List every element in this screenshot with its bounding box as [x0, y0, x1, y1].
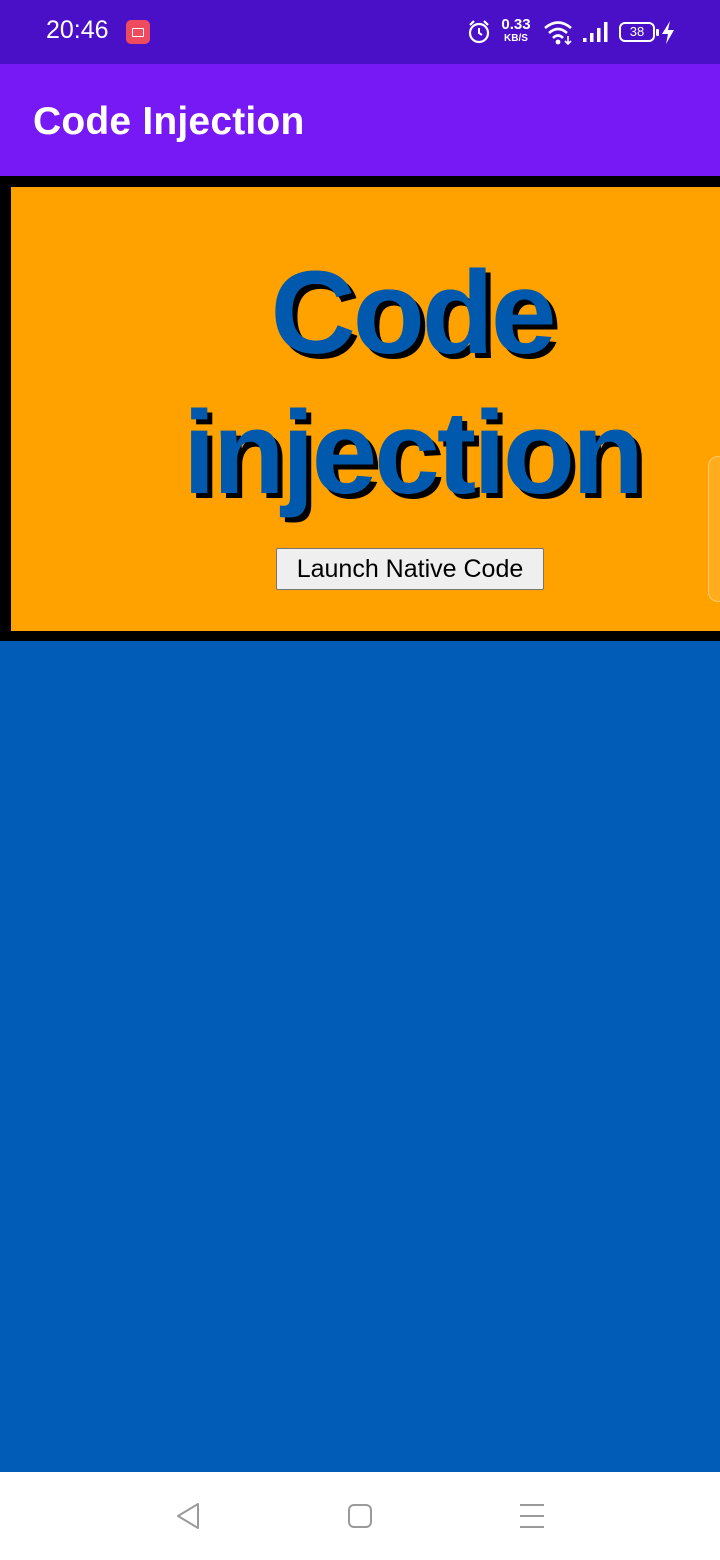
heading-line-2: injection [182, 387, 644, 519]
status-bar: 20:46 0.33 KB/S 38 [0, 0, 720, 64]
heading-line-1: Code [270, 247, 557, 379]
launch-native-code-button[interactable]: Launch Native Code [276, 548, 544, 590]
app-title: Code Injection [33, 100, 305, 143]
signal-icon [580, 14, 610, 50]
network-speed-unit: KB/S [504, 33, 528, 44]
app-bar: Code Injection [0, 64, 720, 176]
charging-icon [660, 14, 676, 50]
back-icon[interactable] [172, 1500, 204, 1532]
banner: Code injection Launch Native Code [0, 176, 720, 641]
status-time: 20:46 [46, 16, 109, 44]
banner-heading: Code injection [132, 243, 692, 523]
wifi-icon [542, 14, 574, 50]
navigation-bar [0, 1472, 720, 1560]
network-speed-value: 0.33 [501, 16, 531, 33]
recents-menu-icon[interactable] [516, 1500, 548, 1532]
home-icon[interactable] [344, 1500, 376, 1532]
screen-record-icon [126, 20, 150, 44]
alarm-icon [466, 14, 492, 50]
web-content: Code injection Launch Native Code [0, 176, 720, 1472]
network-speed: 0.33 KB/S [498, 14, 534, 50]
edge-panel-handle[interactable] [708, 456, 720, 602]
battery-icon: 38 [619, 22, 659, 42]
battery-level: 38 [629, 24, 645, 39]
